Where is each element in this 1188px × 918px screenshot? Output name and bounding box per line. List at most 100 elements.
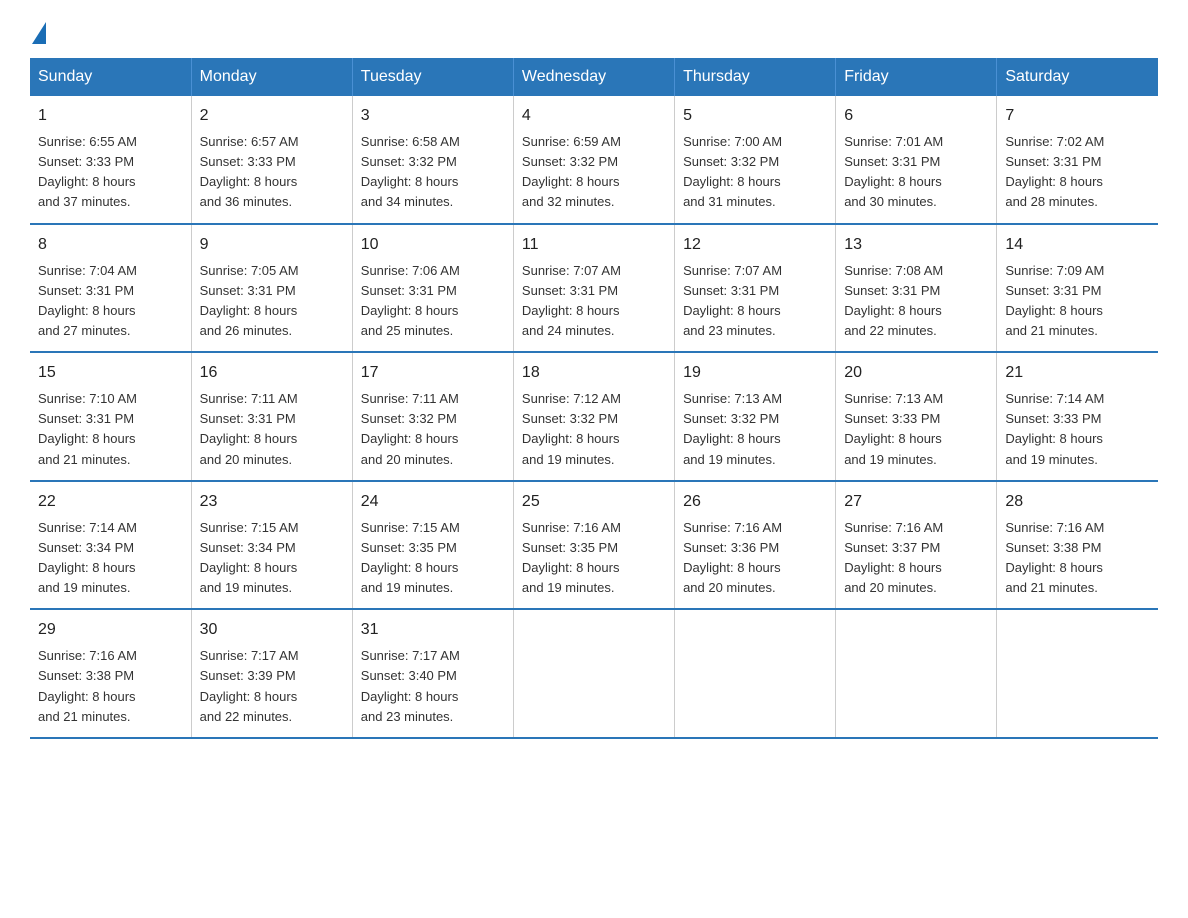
header-cell-monday: Monday [191,58,352,96]
day-number: 28 [1005,490,1150,514]
day-cell: 20 Sunrise: 7:13 AMSunset: 3:33 PMDayligh… [836,352,997,481]
day-cell: 9 Sunrise: 7:05 AMSunset: 3:31 PMDaylight… [191,224,352,353]
header-cell-saturday: Saturday [997,58,1158,96]
day-number: 13 [844,233,988,257]
day-number: 4 [522,104,666,128]
day-number: 22 [38,490,183,514]
day-number: 5 [683,104,827,128]
logo-top [30,20,48,42]
day-number: 8 [38,233,183,257]
day-info: Sunrise: 6:55 AMSunset: 3:33 PMDaylight:… [38,132,183,213]
day-cell [675,609,836,738]
day-number: 1 [38,104,183,128]
day-cell: 1 Sunrise: 6:55 AMSunset: 3:33 PMDaylight… [30,96,191,224]
day-cell: 22 Sunrise: 7:14 AMSunset: 3:34 PMDayligh… [30,481,191,610]
day-cell: 8 Sunrise: 7:04 AMSunset: 3:31 PMDaylight… [30,224,191,353]
week-row-3: 15 Sunrise: 7:10 AMSunset: 3:31 PMDayligh… [30,352,1158,481]
day-number: 15 [38,361,183,385]
day-number: 16 [200,361,344,385]
day-info: Sunrise: 7:07 AMSunset: 3:31 PMDaylight:… [683,261,827,342]
day-number: 26 [683,490,827,514]
day-cell: 31 Sunrise: 7:17 AMSunset: 3:40 PMDayligh… [352,609,513,738]
day-cell [513,609,674,738]
day-cell: 24Sunrise: 7:15 AMSunset: 3:35 PMDayligh… [352,481,513,610]
header-cell-tuesday: Tuesday [352,58,513,96]
week-row-5: 29 Sunrise: 7:16 AMSunset: 3:38 PMDayligh… [30,609,1158,738]
day-info: Sunrise: 7:12 AMSunset: 3:32 PMDaylight:… [522,389,666,470]
day-number: 9 [200,233,344,257]
week-row-2: 8 Sunrise: 7:04 AMSunset: 3:31 PMDaylight… [30,224,1158,353]
day-info: Sunrise: 7:14 AMSunset: 3:33 PMDaylight:… [1005,389,1150,470]
day-number: 10 [361,233,505,257]
day-cell: 27Sunrise: 7:16 AMSunset: 3:37 PMDayligh… [836,481,997,610]
day-info: Sunrise: 7:04 AMSunset: 3:31 PMDaylight:… [38,261,183,342]
day-cell: 13 Sunrise: 7:08 AMSunset: 3:31 PMDayligh… [836,224,997,353]
day-info: Sunrise: 7:15 AMSunset: 3:34 PMDaylight:… [200,518,344,599]
day-number: 18 [522,361,666,385]
page-header [30,20,1158,38]
day-info: Sunrise: 7:11 AMSunset: 3:31 PMDaylight:… [200,389,344,470]
day-cell: 26 Sunrise: 7:16 AMSunset: 3:36 PMDayligh… [675,481,836,610]
day-number: 17 [361,361,505,385]
day-number: 3 [361,104,505,128]
day-info: Sunrise: 7:16 AMSunset: 3:35 PMDaylight:… [522,518,666,599]
day-cell: 6Sunrise: 7:01 AMSunset: 3:31 PMDaylight… [836,96,997,224]
day-info: Sunrise: 7:08 AMSunset: 3:31 PMDaylight:… [844,261,988,342]
day-cell: 11 Sunrise: 7:07 AMSunset: 3:31 PMDayligh… [513,224,674,353]
day-cell: 25Sunrise: 7:16 AMSunset: 3:35 PMDayligh… [513,481,674,610]
day-info: Sunrise: 7:17 AMSunset: 3:40 PMDaylight:… [361,646,505,727]
day-cell: 15 Sunrise: 7:10 AMSunset: 3:31 PMDayligh… [30,352,191,481]
day-number: 20 [844,361,988,385]
header-cell-wednesday: Wednesday [513,58,674,96]
day-info: Sunrise: 7:06 AMSunset: 3:31 PMDaylight:… [361,261,505,342]
day-info: Sunrise: 7:11 AMSunset: 3:32 PMDaylight:… [361,389,505,470]
day-info: Sunrise: 7:05 AMSunset: 3:31 PMDaylight:… [200,261,344,342]
day-info: Sunrise: 7:01 AMSunset: 3:31 PMDaylight:… [844,132,988,213]
day-cell: 19 Sunrise: 7:13 AMSunset: 3:32 PMDayligh… [675,352,836,481]
day-info: Sunrise: 7:17 AMSunset: 3:39 PMDaylight:… [200,646,344,727]
day-number: 27 [844,490,988,514]
day-info: Sunrise: 6:58 AMSunset: 3:32 PMDaylight:… [361,132,505,213]
header-row: SundayMondayTuesdayWednesdayThursdayFrid… [30,58,1158,96]
day-info: Sunrise: 7:16 AMSunset: 3:38 PMDaylight:… [38,646,183,727]
day-info: Sunrise: 7:14 AMSunset: 3:34 PMDaylight:… [38,518,183,599]
day-info: Sunrise: 7:13 AMSunset: 3:32 PMDaylight:… [683,389,827,470]
day-cell: 23 Sunrise: 7:15 AMSunset: 3:34 PMDayligh… [191,481,352,610]
day-number: 29 [38,618,183,642]
day-number: 19 [683,361,827,385]
day-cell: 16 Sunrise: 7:11 AMSunset: 3:31 PMDayligh… [191,352,352,481]
day-info: Sunrise: 7:10 AMSunset: 3:31 PMDaylight:… [38,389,183,470]
day-cell: 5 Sunrise: 7:00 AMSunset: 3:32 PMDaylight… [675,96,836,224]
day-number: 7 [1005,104,1150,128]
day-number: 31 [361,618,505,642]
day-number: 11 [522,233,666,257]
logo [30,20,48,38]
day-info: Sunrise: 6:59 AMSunset: 3:32 PMDaylight:… [522,132,666,213]
day-info: Sunrise: 7:13 AMSunset: 3:33 PMDaylight:… [844,389,988,470]
day-number: 23 [200,490,344,514]
day-cell: 30 Sunrise: 7:17 AMSunset: 3:39 PMDayligh… [191,609,352,738]
day-number: 30 [200,618,344,642]
day-cell: 28Sunrise: 7:16 AMSunset: 3:38 PMDayligh… [997,481,1158,610]
day-info: Sunrise: 6:57 AMSunset: 3:33 PMDaylight:… [200,132,344,213]
day-number: 12 [683,233,827,257]
calendar-header: SundayMondayTuesdayWednesdayThursdayFrid… [30,58,1158,96]
day-cell: 14Sunrise: 7:09 AMSunset: 3:31 PMDayligh… [997,224,1158,353]
logo-triangle-icon [32,22,46,44]
day-cell: 18 Sunrise: 7:12 AMSunset: 3:32 PMDayligh… [513,352,674,481]
day-cell: 21Sunrise: 7:14 AMSunset: 3:33 PMDayligh… [997,352,1158,481]
day-number: 2 [200,104,344,128]
day-cell: 3 Sunrise: 6:58 AMSunset: 3:32 PMDaylight… [352,96,513,224]
day-info: Sunrise: 7:16 AMSunset: 3:36 PMDaylight:… [683,518,827,599]
day-cell: 29 Sunrise: 7:16 AMSunset: 3:38 PMDayligh… [30,609,191,738]
day-cell: 10 Sunrise: 7:06 AMSunset: 3:31 PMDayligh… [352,224,513,353]
day-cell: 2 Sunrise: 6:57 AMSunset: 3:33 PMDaylight… [191,96,352,224]
day-info: Sunrise: 7:00 AMSunset: 3:32 PMDaylight:… [683,132,827,213]
day-info: Sunrise: 7:07 AMSunset: 3:31 PMDaylight:… [522,261,666,342]
header-cell-friday: Friday [836,58,997,96]
day-cell [997,609,1158,738]
header-cell-thursday: Thursday [675,58,836,96]
day-info: Sunrise: 7:15 AMSunset: 3:35 PMDaylight:… [361,518,505,599]
day-cell [836,609,997,738]
day-cell: 12 Sunrise: 7:07 AMSunset: 3:31 PMDayligh… [675,224,836,353]
